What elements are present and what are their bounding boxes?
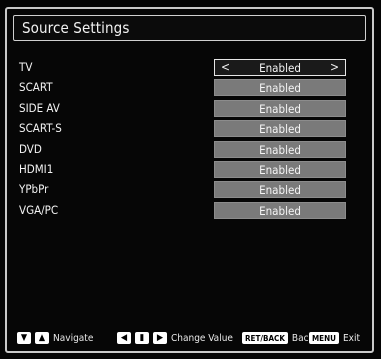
source-value-selector[interactable]: Enabled — [214, 120, 346, 138]
down-arrow-icon: ▼ — [17, 332, 31, 344]
source-row-scart[interactable]: SCART Enabled — [19, 79, 355, 98]
hint-change-value: ◀ ▮ ▶ Change Value — [117, 328, 233, 348]
source-value-selector[interactable]: Enabled — [214, 160, 346, 178]
back-key-icon: RET/BACK — [242, 332, 288, 344]
source-row-ypbpr[interactable]: YPbPr Enabled — [19, 181, 355, 200]
hint-exit: MENU Exit — [309, 328, 360, 348]
source-value-selector[interactable]: Enabled — [214, 79, 346, 97]
source-row-tv[interactable]: TV < Enabled > — [19, 59, 355, 78]
source-row-dvd[interactable]: DVD Enabled — [19, 140, 355, 160]
source-row-hdmi1[interactable]: HDMI1 Enabled — [19, 160, 355, 180]
source-list: TV < Enabled > SCART Enabled SIDE AV Ena… — [19, 59, 355, 222]
source-value: Enabled — [259, 101, 301, 116]
hint-navigate-label: Navigate — [53, 332, 94, 344]
source-label: SCART — [19, 80, 53, 95]
page-title: Source Settings — [22, 19, 130, 37]
source-value-selector[interactable]: < Enabled > — [214, 59, 346, 76]
hint-change-value-label: Change Value — [171, 332, 233, 344]
source-label: HDMI1 — [19, 161, 54, 176]
source-value: Enabled — [259, 61, 301, 75]
hint-back: RET/BACK Back — [242, 328, 314, 348]
source-label: YPbPr — [19, 182, 49, 197]
tv-osd-screen: Source Settings TV < Enabled > SCART Ena… — [0, 0, 381, 359]
left-arrow-icon: ◀ — [117, 332, 131, 344]
source-label: TV — [19, 60, 33, 74]
source-value: Enabled — [259, 122, 301, 137]
source-row-vga-pc[interactable]: VGA/PC Enabled — [19, 201, 355, 221]
hint-exit-label: Exit — [342, 332, 360, 344]
source-label: SCART-S — [19, 121, 62, 136]
up-arrow-icon: ▲ — [35, 332, 49, 344]
source-row-scart-s[interactable]: SCART-S Enabled — [19, 120, 355, 139]
source-value-selector[interactable]: Enabled — [214, 140, 346, 158]
hint-navigate: ▼ ▲ Navigate — [17, 328, 93, 348]
source-value: Enabled — [259, 162, 301, 177]
source-settings-panel: Source Settings TV < Enabled > SCART Ena… — [5, 7, 374, 353]
source-value: Enabled — [259, 183, 301, 198]
source-value-selector[interactable]: Enabled — [214, 99, 346, 117]
title-bar: Source Settings — [13, 15, 366, 41]
source-value: Enabled — [259, 142, 301, 157]
right-arrow-icon: ▶ — [153, 332, 167, 344]
source-value-selector[interactable]: Enabled — [214, 181, 346, 199]
ok-bar-icon: ▮ — [135, 332, 149, 344]
source-value: Enabled — [259, 203, 301, 218]
source-value-selector[interactable]: Enabled — [214, 201, 346, 219]
source-label: SIDE AV — [19, 100, 60, 115]
menu-key-icon: MENU — [309, 332, 339, 344]
footer-hints: ▼ ▲ Navigate ◀ ▮ ▶ Change Value RET/BACK… — [17, 328, 368, 348]
source-row-side-av[interactable]: SIDE AV Enabled — [19, 99, 355, 119]
arrow-right-icon[interactable]: > — [330, 60, 339, 74]
source-label: VGA/PC — [19, 202, 59, 217]
source-value: Enabled — [259, 81, 301, 96]
source-label: DVD — [19, 141, 42, 156]
